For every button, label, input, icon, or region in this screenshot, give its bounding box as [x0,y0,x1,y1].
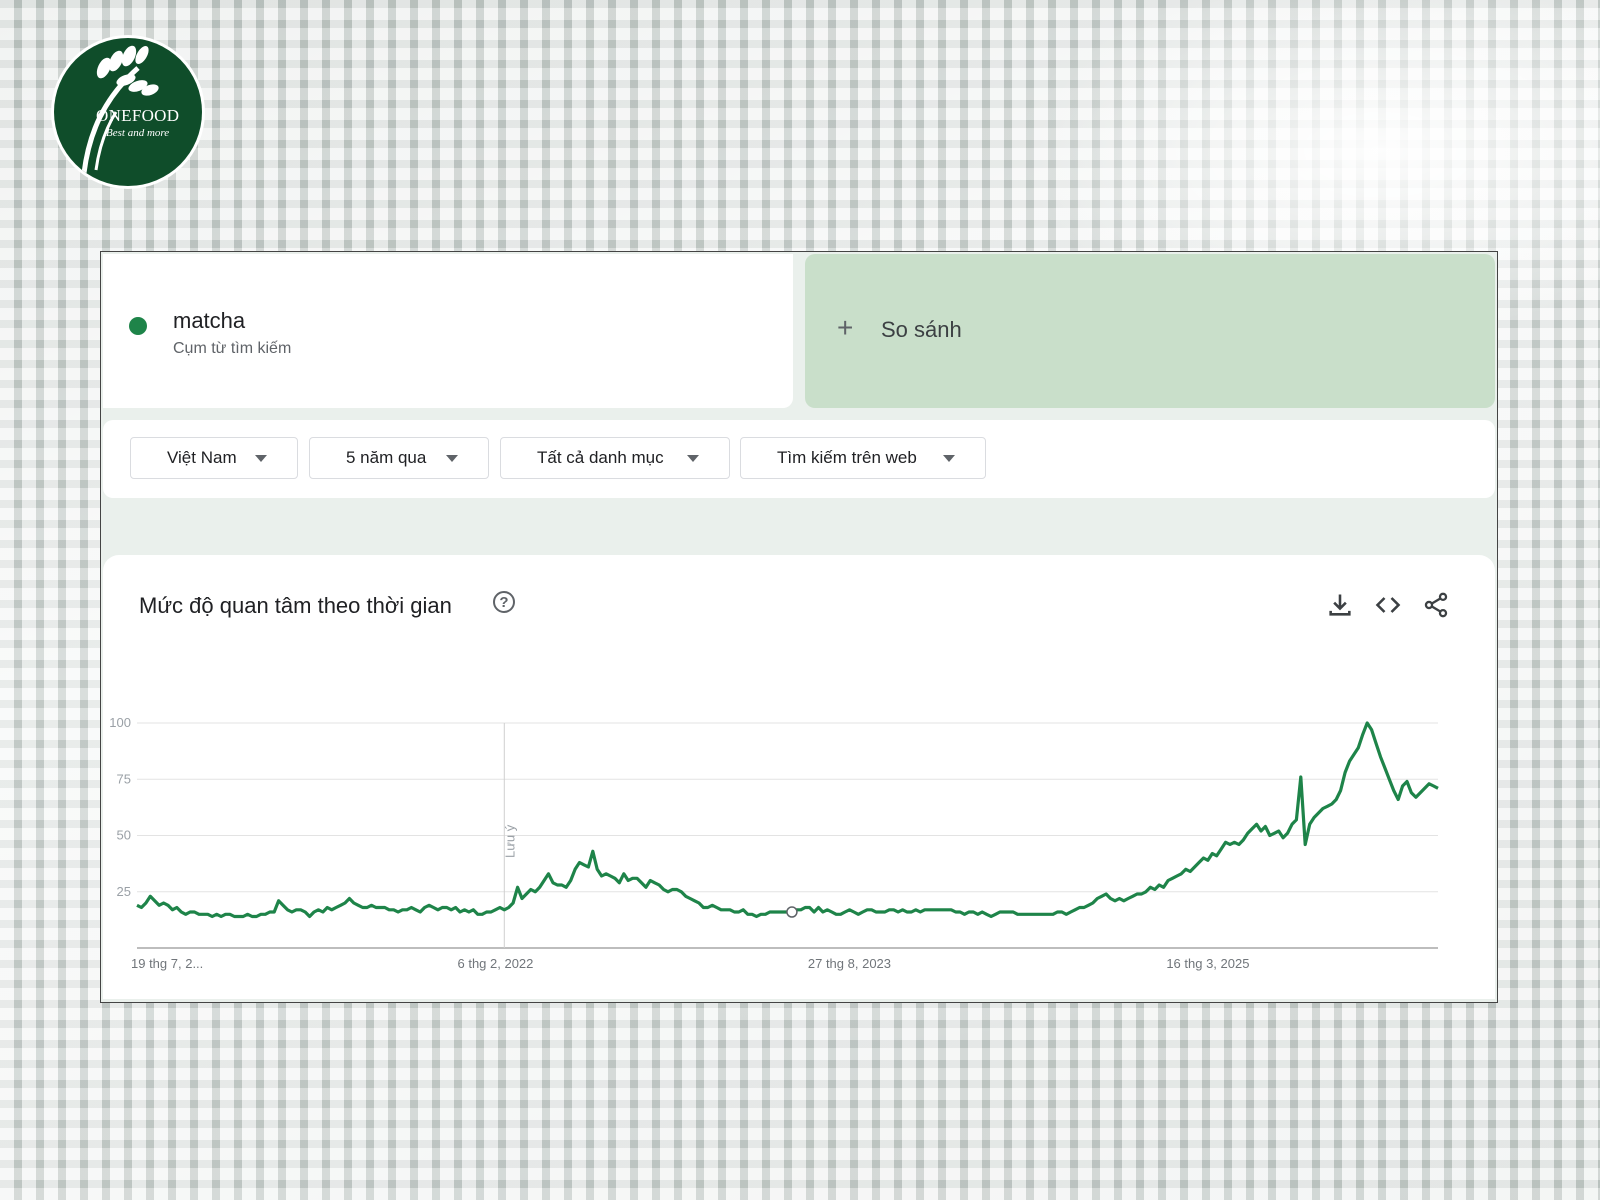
region-filter[interactable]: Việt Nam [130,437,298,479]
search-term-type: Cụm từ tìm kiếm [173,340,292,357]
compare-label: So sánh [881,317,962,342]
x-tick-label: 16 thg 3, 2025 [1166,956,1249,971]
trends-panel: matcha Cụm từ tìm kiếm + So sánh Việt Na… [100,251,1498,1003]
search-term-card[interactable]: matcha Cụm từ tìm kiếm [103,254,793,408]
y-tick-label: 50 [117,828,131,843]
interest-over-time-card: Mức độ quan tâm theo thời gian ? 100 75 50… [103,555,1495,999]
series-color-dot [129,317,147,335]
help-icon[interactable]: ? [493,591,515,613]
y-tick-label: 25 [117,884,131,899]
brand-name: ONEFOOD [96,106,180,125]
category-filter-label: Tất cả danh mục [537,448,664,467]
y-tick-label: 75 [117,771,131,786]
brand-tagline: Best and more [106,127,170,139]
chart-title: Mức độ quan tâm theo thời gian [139,593,452,618]
series-marker [786,906,798,918]
chevron-down-icon [446,455,458,462]
filter-bar: Việt Nam 5 năm qua Tất cả danh mục Tìm k… [103,420,1495,498]
y-tick-label: 100 [109,715,131,730]
plus-icon: + [837,312,854,343]
share-icon[interactable] [1422,591,1450,619]
chevron-down-icon [687,455,699,462]
x-tick-label: 6 thg 2, 2022 [457,956,533,971]
x-tick-label: 19 thg 7, 2... [131,956,203,971]
download-icon[interactable] [1326,591,1354,619]
embed-icon[interactable] [1374,591,1402,619]
x-tick-label: 27 thg 8, 2023 [808,956,891,971]
time-range-filter-label: 5 năm qua [346,448,427,467]
trend-line-chart: 100 75 50 25 Lưu ý 19 thg 7, 2... 6 thg 2, 202… [109,715,1439,971]
region-filter-label: Việt Nam [167,448,237,467]
search-type-filter-label: Tìm kiếm trên web [777,448,917,467]
chevron-down-icon [255,455,267,462]
brand-logo: ONEFOOD Best and more [54,38,202,186]
series-line-matcha [136,721,1439,919]
compare-button[interactable]: + So sánh [805,254,1495,408]
category-filter[interactable]: Tất cả danh mục [500,437,730,479]
time-range-filter[interactable]: 5 năm qua [309,437,489,479]
chevron-down-icon [943,455,955,462]
search-term-label: matcha [173,308,246,333]
search-type-filter[interactable]: Tìm kiếm trên web [740,437,986,479]
annotation-label: Lưu ý [502,824,517,858]
